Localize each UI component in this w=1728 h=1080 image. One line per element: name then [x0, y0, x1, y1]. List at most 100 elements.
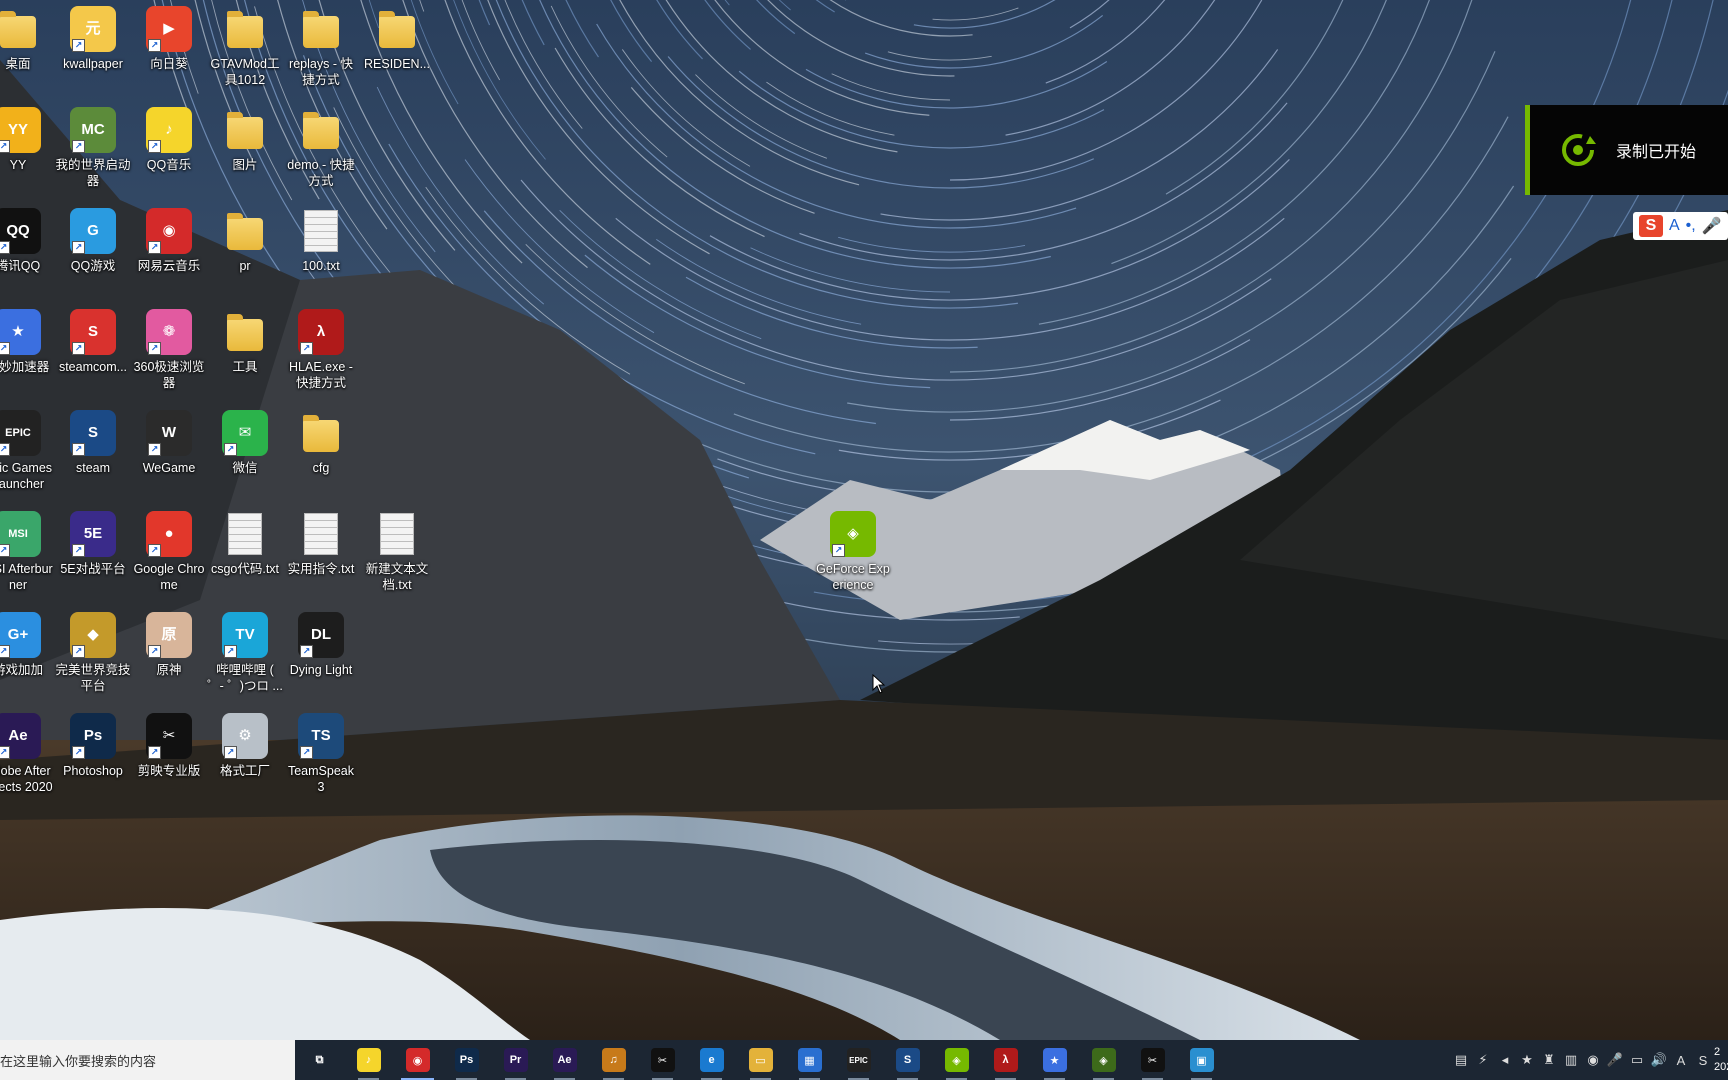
desktop-icon[interactable]: ★↗ 奇妙加速器: [0, 309, 56, 375]
tray-icon[interactable]: ♜: [1538, 1040, 1560, 1080]
desktop-icon[interactable]: S ↗ steamcom...: [55, 309, 131, 375]
taskbar-app-geforce[interactable]: ◈: [932, 1040, 981, 1080]
taskbar-app-hlae[interactable]: λ: [981, 1040, 1030, 1080]
desktop-icon[interactable]: 5E ↗ 5E对战平台: [55, 511, 131, 577]
photoshop-icon: Ps: [454, 1048, 479, 1072]
taskbar-app-qq-music[interactable]: ♪: [344, 1040, 393, 1080]
desktop-icon[interactable]: EPIC↗ Epic Games Launcher: [0, 410, 56, 492]
tray-icon[interactable]: ▥: [1560, 1040, 1582, 1080]
taskbar-app-capcut[interactable]: ✂: [638, 1040, 687, 1080]
shortcut-arrow-icon: ↗: [72, 746, 85, 759]
desktop-icon[interactable]: ▶ ↗ 向日葵: [131, 6, 207, 72]
ime-mode-label[interactable]: A: [1669, 217, 1680, 235]
folder-icon: [298, 410, 344, 456]
tray-icon[interactable]: 🔊: [1648, 1040, 1670, 1080]
taskbar-clock[interactable]: 2 202: [1714, 1045, 1728, 1075]
store-icon: ▦: [797, 1048, 822, 1072]
app-icon: YY ↗: [0, 107, 41, 153]
desktop-icon-label: YY: [9, 158, 27, 172]
taskbar-app-netease-music[interactable]: ◉: [393, 1040, 442, 1080]
ime-punct-icon[interactable]: •,: [1686, 217, 1696, 235]
desktop-icon[interactable]: ◆ ↗ 完美世界竞技平台: [55, 612, 131, 694]
tray-icon[interactable]: ◉: [1582, 1040, 1604, 1080]
shortcut-arrow-icon: ↗: [0, 443, 10, 456]
microphone-icon[interactable]: 🎤: [1702, 216, 1722, 236]
desktop-icon[interactable]: MC ↗ 我的世界启动器: [55, 107, 131, 189]
desktop-icon[interactable]: S ↗ steam: [55, 410, 131, 476]
desktop-icon[interactable]: G ↗ QQ游戏: [55, 208, 131, 274]
desktop-icon[interactable]: csgo代码.txt: [207, 511, 283, 577]
desktop-icon[interactable]: 工具: [207, 309, 283, 375]
shortcut-arrow-icon: ↗: [148, 443, 161, 456]
taskbar-app-accelerator[interactable]: ★: [1030, 1040, 1079, 1080]
desktop-icon[interactable]: W ↗ WeGame: [131, 410, 207, 476]
desktop-icon[interactable]: 图片: [207, 107, 283, 173]
tray-icon[interactable]: ⚡: [1472, 1040, 1494, 1080]
taskbar-app-capcut-2[interactable]: ✂: [1128, 1040, 1177, 1080]
desktop-icon[interactable]: ❁ ↗ 360极速浏览器: [131, 309, 207, 391]
desktop-icon[interactable]: 原 ↗ 原神: [131, 612, 207, 678]
taskbar-app-steam[interactable]: S: [883, 1040, 932, 1080]
recording-started-notification[interactable]: 录制已开始: [1525, 105, 1728, 195]
desktop-icon[interactable]: ✉ ↗ 微信: [207, 410, 283, 476]
taskbar-app-photoshop[interactable]: Ps: [442, 1040, 491, 1080]
desktop-icon[interactable]: Ps ↗ Photoshop: [55, 713, 131, 779]
desktop-icon[interactable]: 元 ↗ kwallpaper: [55, 6, 131, 72]
desktop-icon[interactable]: 实用指令.txt: [283, 511, 359, 577]
tray-icon[interactable]: ▭: [1626, 1040, 1648, 1080]
desktop-icon[interactable]: QQ ↗ 腾讯QQ: [0, 208, 56, 274]
desktop-icon[interactable]: pr: [207, 208, 283, 274]
taskbar-app-epic[interactable]: EPIC: [834, 1040, 883, 1080]
tray-icon[interactable]: ★: [1516, 1040, 1538, 1080]
taskbar-app-nvidia-share[interactable]: ◈: [1079, 1040, 1128, 1080]
desktop-icon[interactable]: ✂ ↗ 剪映专业版: [131, 713, 207, 779]
folder-icon: [222, 309, 268, 355]
tray-icon[interactable]: ▤: [1450, 1040, 1472, 1080]
taskbar-search-box[interactable]: 在这里输入你要搜索的内容: [0, 1040, 295, 1080]
desktop-icon[interactable]: ◈ ↗ GeForce Experience: [815, 511, 891, 593]
desktop-icon[interactable]: RESIDEN...: [359, 6, 435, 72]
desktop-icon[interactable]: ◉ ↗ 网易云音乐: [131, 208, 207, 274]
desktop-icon[interactable]: TV ↗ 哔哩哔哩 ( ゜- ゜)つロ ...: [207, 612, 283, 694]
desktop-icon[interactable]: GTAVMod工具1012: [207, 6, 283, 88]
desktop-icon[interactable]: DL ↗ Dying Light: [283, 612, 359, 678]
app-icon: ◉ ↗: [146, 208, 192, 254]
desktop-icon[interactable]: ● ↗ Google Chrome: [131, 511, 207, 593]
search-placeholder: 在这里输入你要搜索的内容: [0, 1053, 157, 1069]
taskbar-app-edge[interactable]: e: [687, 1040, 736, 1080]
tray-icon[interactable]: S: [1692, 1040, 1714, 1080]
desktop-icon[interactable]: TS ↗ TeamSpeak 3: [283, 713, 359, 795]
screen-app-icon: ▣: [1189, 1048, 1214, 1072]
desktop-icon[interactable]: 新建文本文档.txt: [359, 511, 435, 593]
tray-icon[interactable]: ◂: [1494, 1040, 1516, 1080]
taskbar-app-task-view[interactable]: ⧉: [295, 1040, 344, 1080]
desktop-icon[interactable]: λ ↗ HLAE.exe - 快捷方式: [283, 309, 359, 391]
desktop-icon[interactable]: G+↗ 游戏加加: [0, 612, 56, 678]
desktop-icon[interactable]: 桌面: [0, 6, 56, 72]
taskbar-app-store[interactable]: ▦: [785, 1040, 834, 1080]
taskbar-app-file-explorer[interactable]: ▭: [736, 1040, 785, 1080]
tray-icon[interactable]: 🎤: [1604, 1040, 1626, 1080]
desktop-icon[interactable]: Ae↗ Adobe After Effects 2020: [0, 713, 56, 795]
taskbar-app-screen-app[interactable]: ▣: [1177, 1040, 1226, 1080]
tray-icon[interactable]: A: [1670, 1040, 1692, 1080]
taskbar-app-fl-studio[interactable]: ♫: [589, 1040, 638, 1080]
taskbar-app-after-effects[interactable]: Ae: [540, 1040, 589, 1080]
folder-icon: [0, 6, 41, 52]
desktop-icon[interactable]: MSI↗ MSI Afterburner: [0, 511, 56, 593]
desktop-icon[interactable]: demo - 快捷方式: [283, 107, 359, 189]
desktop-icon[interactable]: 100.txt: [283, 208, 359, 274]
taskbar-app-premiere[interactable]: Pr: [491, 1040, 540, 1080]
geforce-record-icon: [1562, 134, 1596, 166]
desktop-icon[interactable]: cfg: [283, 410, 359, 476]
tray-icons: ▤ ⚡ ◂ ★ ♜ ▥ ◉ 🎤 ▭ 🔊 A S: [1450, 1040, 1714, 1080]
shortcut-arrow-icon: ↗: [832, 544, 845, 557]
capcut-2-icon: ✂: [1140, 1048, 1165, 1072]
desktop-icon[interactable]: ♪ ↗ QQ音乐: [131, 107, 207, 173]
desktop-icon[interactable]: ⚙ ↗ 格式工厂: [207, 713, 283, 779]
desktop-icon[interactable]: replays - 快捷方式: [283, 6, 359, 88]
shortcut-arrow-icon: ↗: [0, 140, 10, 153]
folder-icon: [222, 107, 268, 153]
desktop-icon[interactable]: YY ↗ YY: [0, 107, 56, 173]
ime-toolbar[interactable]: S A •, 🎤: [1633, 212, 1728, 240]
